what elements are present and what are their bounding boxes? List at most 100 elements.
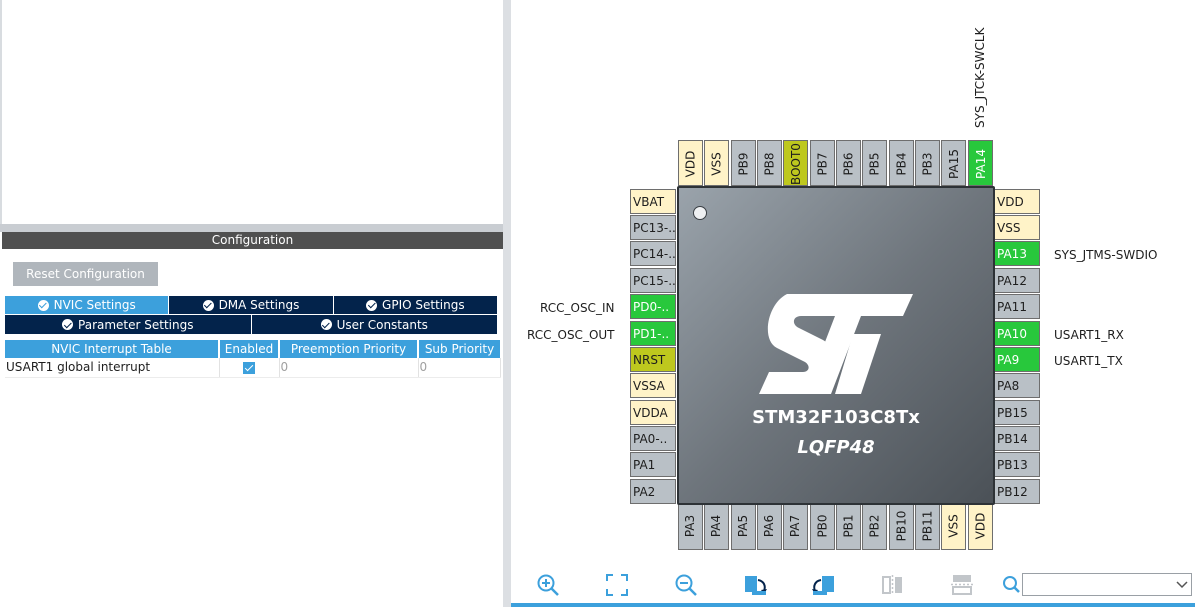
pin-boot0[interactable]: BOOT0 [783,140,808,186]
st-logo-icon [759,294,913,394]
pin-label: PB1 [841,514,856,538]
pin-pb10[interactable]: PB10 [889,504,914,550]
flip-vertical-icon[interactable] [880,572,906,598]
pin-label: PA4 [709,514,724,538]
pin-pb5[interactable]: PB5 [862,140,887,186]
tab-nvic-settings[interactable]: NVIC Settings [5,296,170,314]
tab-user-constants[interactable]: User Constants [251,315,497,334]
pin-bottom-vdd[interactable]: VDD [968,504,993,550]
pin-label: VDD [973,512,988,540]
pin-pb15[interactable]: PB15 [994,400,1040,425]
pin-pb3[interactable]: PB3 [915,140,940,186]
pin-pb11[interactable]: PB11 [915,504,940,550]
pin-label: PB10 [894,510,909,542]
reset-configuration-button[interactable]: Reset Configuration [13,262,158,286]
signal-label-pd0: RCC_OSC_IN [540,301,615,315]
pin-pa1[interactable]: PA1 [630,452,676,477]
pin-pc14[interactable]: PC14-.. [630,241,676,266]
pin-pb9[interactable]: PB9 [731,140,756,186]
pin-bottom-vss[interactable]: VSS [941,504,966,550]
pin-pb13[interactable]: PB13 [994,452,1040,477]
pin-pb1[interactable]: PB1 [836,504,861,550]
pin-pa0[interactable]: PA0-.. [630,426,676,451]
pin-pc13[interactable]: PC13-.. [630,215,676,240]
pin-pa5[interactable]: PA5 [731,504,756,550]
column-header-sub-priority[interactable]: Sub Priority [418,340,500,358]
pin-pb12[interactable]: PB12 [994,479,1040,504]
tab-label: NVIC Settings [53,298,136,312]
pin-label: PA6 [762,514,777,538]
configuration-title: Configuration [2,232,503,249]
pin-vdda[interactable]: VDDA [630,400,676,425]
chip-package: LQFP48 [797,437,875,458]
nvic-interrupt-table: NVIC Interrupt Table Enabled Preemption … [5,340,501,378]
column-header-interrupt[interactable]: NVIC Interrupt Table [5,340,220,358]
pin-vbat[interactable]: VBAT [630,189,676,214]
pin-pa10[interactable]: PA10 [994,321,1040,346]
column-header-preemption-priority[interactable]: Preemption Priority [279,340,419,358]
pin-pa3[interactable]: PA3 [678,504,703,550]
pin-label: PB3 [920,152,935,176]
enabled-cell [219,358,280,378]
zoom-in-icon[interactable] [535,572,561,598]
pin-pb0[interactable]: PB0 [810,504,835,550]
tab-gpio-settings[interactable]: GPIO Settings [333,296,497,314]
pin-pa2[interactable]: PA2 [630,479,676,504]
flip-horizontal-icon[interactable] [949,572,975,598]
pin-right-vss[interactable]: VSS [994,215,1040,240]
pin-label: PB5 [867,152,882,176]
pin-pa6[interactable]: PA6 [757,504,782,550]
pin-vssa[interactable]: VSSA [630,373,676,398]
rotate-left-icon[interactable] [811,572,837,598]
signal-label-pd1: RCC_OSC_OUT [527,328,615,342]
pin-label: PB6 [841,152,856,176]
tab-dma-settings[interactable]: DMA Settings [169,296,334,314]
table-row[interactable]: USART1 global interrupt 0 0 [5,358,501,378]
check-circle-icon [320,319,332,330]
pin-pa13[interactable]: PA13 [994,241,1040,266]
pin-label: PA14 [973,149,988,179]
preemption-priority-cell[interactable]: 0 [279,358,419,378]
pin-label: PA5 [736,514,751,538]
check-circle-icon [366,299,378,311]
rotate-right-icon[interactable] [742,572,768,598]
pin-pa4[interactable]: PA4 [704,504,729,550]
pin-label: VDD [683,150,698,178]
pin-pb14[interactable]: PB14 [994,426,1040,451]
pin-pa14[interactable]: PA14 [968,140,993,186]
pin-pa15[interactable]: PA15 [941,140,966,186]
vertical-splitter[interactable] [503,0,511,607]
pin-pa12[interactable]: PA12 [994,268,1040,293]
pin-label: PA15 [946,149,961,179]
sub-priority-cell[interactable]: 0 [418,358,501,378]
pin-top-vdd[interactable]: VDD [678,140,703,186]
pin-pb4[interactable]: PB4 [889,140,914,186]
pin-nrst[interactable]: NRST [630,347,676,372]
tab-parameter-settings[interactable]: Parameter Settings [5,315,252,334]
pin-pa8[interactable]: PA8 [994,373,1040,398]
pin-search-combobox[interactable] [1022,573,1192,596]
pin-pa9[interactable]: PA9 [994,347,1040,372]
pin-pd1[interactable]: PD1-.. [630,321,676,346]
column-header-enabled[interactable]: Enabled [219,340,280,358]
pin-pb7[interactable]: PB7 [810,140,835,186]
pin-pa7[interactable]: PA7 [783,504,808,550]
enabled-checkbox[interactable] [243,361,255,374]
check-circle-icon [37,299,49,311]
pin-pb8[interactable]: PB8 [757,140,782,186]
pin-label: PB0 [815,514,830,538]
horizontal-splitter[interactable] [0,224,503,232]
pinout-view: VDD VSS PB9 PB8 BOOT0 PB7 PB6 PB5 PB4 PB… [511,0,1195,607]
pin-pa11[interactable]: PA11 [994,294,1040,319]
pin-pd0[interactable]: PD0-.. [630,294,676,319]
zoom-out-icon[interactable] [673,572,699,598]
pin-top-vss[interactable]: VSS [704,140,729,186]
signal-label-pa13: SYS_JTMS-SWDIO [1054,248,1158,262]
pin-pc15[interactable]: PC15-.. [630,268,676,293]
pin1-marker [693,206,707,220]
pin-right-vdd[interactable]: VDD [994,189,1040,214]
fit-to-window-icon[interactable] [604,572,630,598]
chip-body[interactable]: STM32F103C8Tx LQFP48 [677,186,995,505]
pin-pb6[interactable]: PB6 [836,140,861,186]
pin-pb2[interactable]: PB2 [862,504,887,550]
